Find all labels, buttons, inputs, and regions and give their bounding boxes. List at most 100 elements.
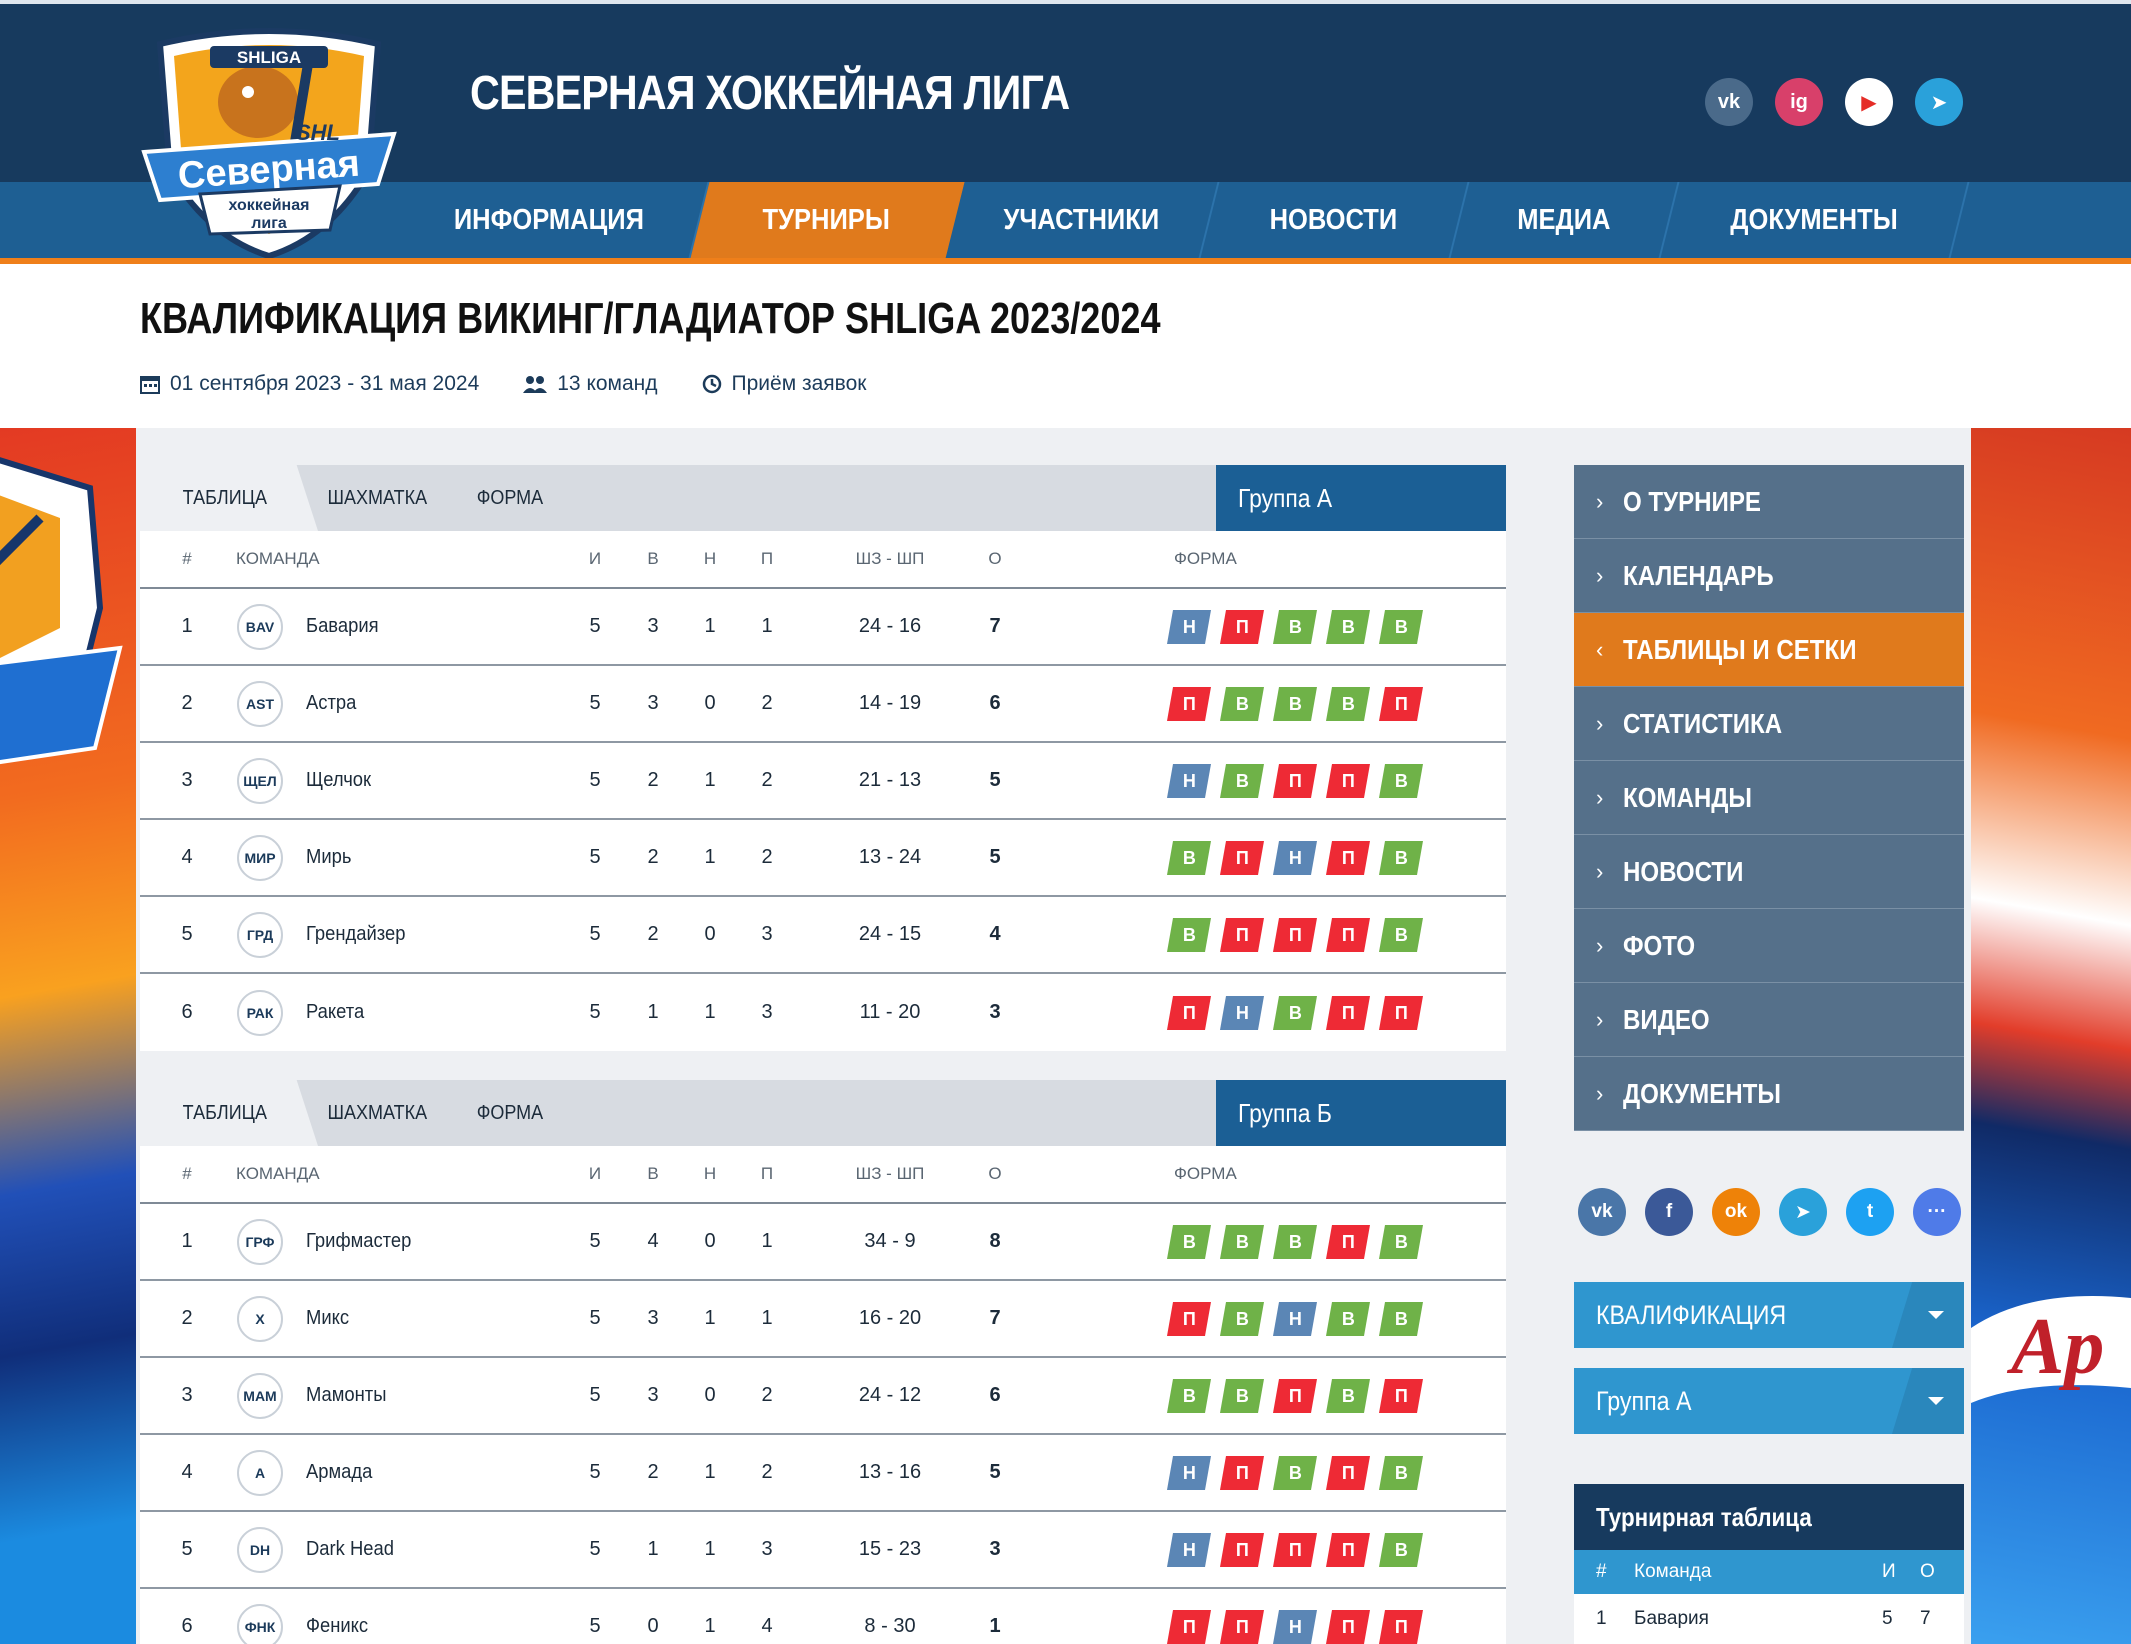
form-badge[interactable]: П [1167, 1301, 1211, 1336]
form-badge[interactable]: П [1326, 763, 1370, 798]
form-badge[interactable]: П [1326, 995, 1370, 1030]
table-row[interactable]: 1 ГРФ Грифмастер 5 4 0 1 34 - 9 8 В В В П В [140, 1204, 1506, 1281]
form-badge[interactable]: В [1220, 1301, 1264, 1336]
team-name[interactable]: Армада [306, 1435, 378, 1510]
youtube-icon[interactable]: ▶ [1845, 78, 1893, 126]
team-logo[interactable]: ГРФ [237, 1218, 283, 1265]
sidebar-item-2[interactable]: › КАЛЕНДАРЬ [1574, 539, 1964, 613]
tab-3[interactable]: ФОРМА [473, 1080, 547, 1146]
form-badge[interactable]: В [1379, 840, 1423, 875]
form-badge[interactable]: П [1326, 840, 1370, 875]
group-label[interactable]: Группа Б [1216, 1080, 1506, 1146]
form-badge[interactable]: П [1167, 995, 1211, 1030]
table-row[interactable]: 4 МИР Мирь 5 2 1 2 13 - 24 5 В П Н П В [140, 820, 1506, 897]
table-row[interactable]: 6 ФНК Феникс 5 0 1 4 8 - 30 1 П П Н П П [140, 1589, 1506, 1644]
form-badge[interactable]: П [1220, 1609, 1264, 1644]
form-badge[interactable]: Н [1167, 1455, 1211, 1490]
telegram-icon[interactable]: ➤ [1779, 1188, 1827, 1236]
table-row[interactable]: 3 МАМ Мамонты 5 3 0 2 24 - 12 6 В В П В П [140, 1358, 1506, 1435]
team-logo[interactable]: X [237, 1295, 283, 1342]
form-badge[interactable]: П [1379, 1609, 1423, 1644]
form-badge[interactable]: В [1273, 686, 1317, 721]
team-logo[interactable]: AST [237, 680, 283, 727]
sidebar-item-1[interactable]: › О ТУРНИРЕ [1574, 465, 1964, 539]
form-badge[interactable]: В [1326, 686, 1370, 721]
sidebar-item-7[interactable]: › ФОТО [1574, 909, 1964, 983]
nav-item-2[interactable]: ТУРНИРЫ [690, 182, 965, 258]
mini-standings-row[interactable]: 1 Бавария 5 7 [1574, 1594, 1964, 1644]
form-badge[interactable]: В [1326, 609, 1370, 644]
team-logo[interactable]: BAV [237, 603, 283, 650]
form-badge[interactable]: В [1379, 1224, 1423, 1259]
form-badge[interactable]: Н [1167, 1532, 1211, 1567]
sidebar-item-6[interactable]: › НОВОСТИ [1574, 835, 1964, 909]
team-name[interactable]: Феникс [306, 1589, 374, 1644]
team-name[interactable]: Мамонты [306, 1358, 393, 1433]
sidebar-item-4[interactable]: › СТАТИСТИКА [1574, 687, 1964, 761]
instagram-icon[interactable]: ig [1775, 78, 1823, 126]
team-name[interactable]: Щелчок [306, 743, 377, 818]
stage-select-toggle[interactable] [1892, 1282, 1964, 1348]
form-badge[interactable]: В [1220, 1224, 1264, 1259]
form-badge[interactable]: Н [1167, 763, 1211, 798]
form-badge[interactable]: П [1167, 686, 1211, 721]
team-name[interactable]: Грендайзер [306, 897, 414, 972]
form-badge[interactable]: Н [1220, 995, 1264, 1030]
sidebar-item-3[interactable]: ‹ ТАБЛИЦЫ И СЕТКИ [1574, 613, 1964, 687]
table-row[interactable]: 5 DH Dark Head 5 1 1 3 15 - 23 3 Н П П П В [140, 1512, 1506, 1589]
team-logo[interactable]: A [237, 1449, 283, 1496]
nav-item-1[interactable]: ИНФОРМАЦИЯ [390, 182, 710, 258]
vk-icon[interactable]: vk [1578, 1188, 1626, 1236]
form-badge[interactable]: П [1273, 1378, 1317, 1413]
sidebar-item-8[interactable]: › ВИДЕО [1574, 983, 1964, 1057]
nav-item-6[interactable]: ДОКУМЕНТЫ [1660, 182, 1970, 258]
form-badge[interactable]: В [1326, 1378, 1370, 1413]
form-badge[interactable]: П [1273, 763, 1317, 798]
table-row[interactable]: 5 ГРД Грендайзер 5 2 0 3 24 - 15 4 В П П П В [140, 897, 1506, 974]
form-badge[interactable]: В [1167, 917, 1211, 952]
form-badge[interactable]: В [1379, 609, 1423, 644]
form-badge[interactable]: В [1379, 917, 1423, 952]
form-badge[interactable]: В [1273, 1455, 1317, 1490]
form-badge[interactable]: П [1379, 1378, 1423, 1413]
tab-3[interactable]: ФОРМА [473, 465, 547, 531]
form-badge[interactable]: Н [1273, 840, 1317, 875]
form-badge[interactable]: В [1379, 1301, 1423, 1336]
form-badge[interactable]: В [1220, 763, 1264, 798]
team-name[interactable]: Ракета [306, 974, 369, 1051]
group-label[interactable]: Группа А [1216, 465, 1506, 531]
group-select-toggle[interactable] [1892, 1368, 1964, 1434]
form-badge[interactable]: П [1326, 1532, 1370, 1567]
team-name[interactable]: Бавария [306, 589, 385, 664]
form-badge[interactable]: П [1326, 1455, 1370, 1490]
nav-item-3[interactable]: УЧАСТНИКИ [945, 182, 1220, 258]
more-icon[interactable]: ··· [1913, 1188, 1961, 1236]
team-logo[interactable]: ГРД [237, 911, 283, 958]
table-row[interactable]: 4 A Армада 5 2 1 2 13 - 16 5 Н П В П В [140, 1435, 1506, 1512]
form-badge[interactable]: П [1167, 1609, 1211, 1644]
form-badge[interactable]: В [1326, 1301, 1370, 1336]
team-logo[interactable]: РАК [237, 989, 283, 1036]
twitter-icon[interactable]: t [1846, 1188, 1894, 1236]
sidebar-item-5[interactable]: › КОМАНДЫ [1574, 761, 1964, 835]
team-name[interactable]: Грифмастер [306, 1204, 421, 1279]
form-badge[interactable]: Н [1273, 1609, 1317, 1644]
form-badge[interactable]: Н [1273, 1301, 1317, 1336]
form-badge[interactable]: П [1379, 995, 1423, 1030]
league-logo[interactable]: SHLIGA Северная хоккейная лига SHL [140, 22, 398, 260]
nav-item-5[interactable]: МЕДИА [1450, 182, 1680, 258]
table-row[interactable]: 2 AST Астра 5 3 0 2 14 - 19 6 П В В В П [140, 666, 1506, 743]
odnoklassniki-icon[interactable]: ok [1712, 1188, 1760, 1236]
form-badge[interactable]: П [1379, 686, 1423, 721]
form-badge[interactable]: В [1167, 840, 1211, 875]
form-badge[interactable]: В [1220, 686, 1264, 721]
form-badge[interactable]: П [1326, 917, 1370, 952]
tab-1[interactable]: ТАБЛИЦА [140, 1080, 318, 1146]
telegram-icon[interactable]: ➤ [1915, 78, 1963, 126]
form-badge[interactable]: В [1379, 763, 1423, 798]
form-badge[interactable]: В [1167, 1378, 1211, 1413]
table-row[interactable]: 3 ЩЕЛ Щелчок 5 2 1 2 21 - 13 5 Н В П П В [140, 743, 1506, 820]
team-logo[interactable]: МИР [237, 834, 283, 881]
form-badge[interactable]: П [1220, 840, 1264, 875]
form-badge[interactable]: В [1273, 995, 1317, 1030]
